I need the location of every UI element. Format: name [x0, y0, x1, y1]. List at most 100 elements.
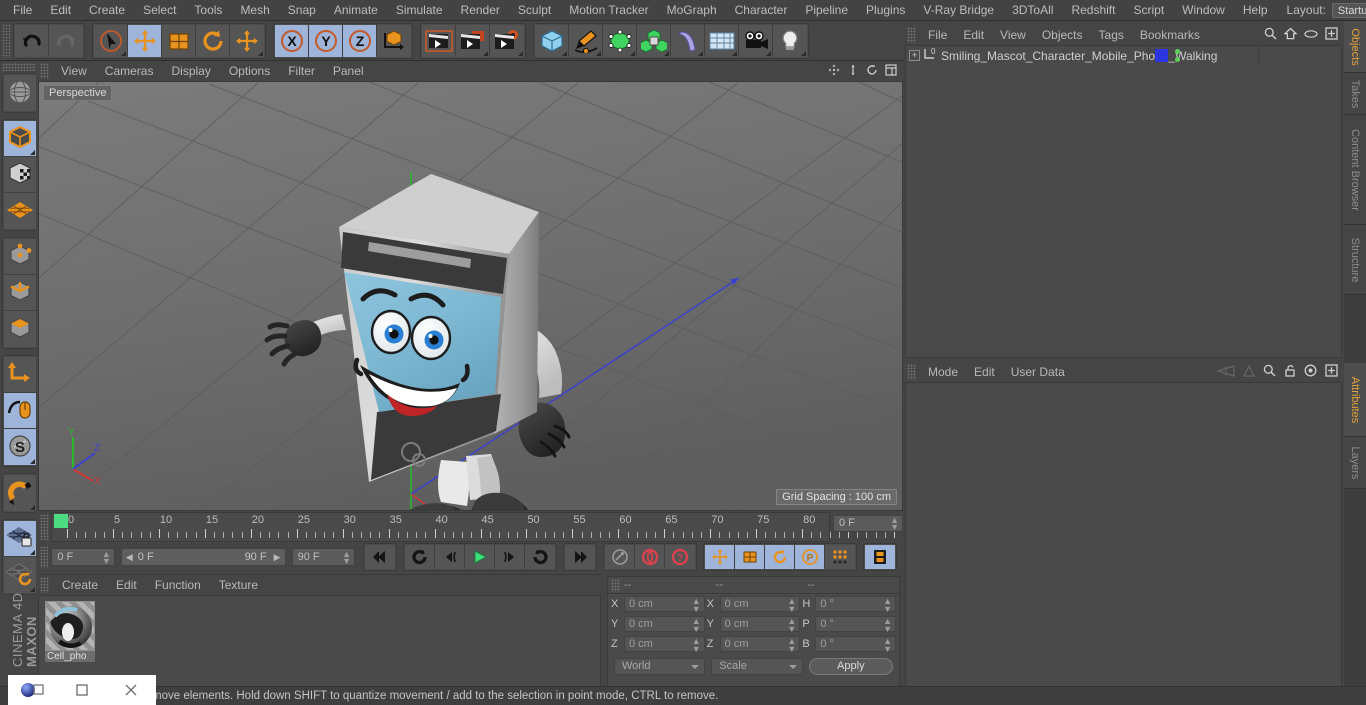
menu-item-help[interactable]: Help	[1234, 0, 1277, 21]
points-mode-button[interactable]	[4, 239, 36, 275]
go-to-next-frame-button[interactable]	[495, 545, 526, 569]
flyout-corner-icon[interactable]	[518, 50, 523, 56]
object-tags-column[interactable]	[1148, 46, 1258, 65]
parameter-key-button[interactable]: P	[795, 545, 826, 569]
preview-range-slider[interactable]: ◀ 0 F 90 F ▶	[120, 548, 286, 566]
target-icon[interactable]	[1304, 364, 1317, 380]
viewport-menu-display[interactable]: Display	[162, 61, 219, 81]
spinner-icon[interactable]: ▲ ▼	[692, 617, 701, 634]
position-input[interactable]: 0 cm ▲ ▼	[624, 596, 705, 614]
nav-back-icon[interactable]	[1215, 364, 1235, 380]
material-menu-edit[interactable]: Edit	[107, 575, 146, 595]
menu-item-file[interactable]: File	[4, 0, 41, 21]
flyout-corner-icon[interactable]	[121, 50, 126, 56]
scale-key-button[interactable]	[735, 545, 766, 569]
eye-icon[interactable]	[1304, 28, 1318, 42]
enable-snapping-button[interactable]	[4, 475, 36, 511]
rotation-input[interactable]: 0 ° ▲ ▼	[815, 616, 897, 634]
spinner-icon[interactable]: ▲ ▼	[787, 617, 796, 634]
render-view-button[interactable]	[422, 24, 456, 57]
range-left-arrow-icon[interactable]: ◀	[126, 549, 133, 565]
coordinate-system-dropdown[interactable]: World	[614, 657, 706, 675]
viewport-menu-view[interactable]: View	[52, 61, 96, 81]
position-key-button[interactable]	[705, 545, 736, 569]
go-to-next-key-button[interactable]	[525, 545, 556, 569]
play-button[interactable]	[465, 545, 496, 569]
timeline-grip[interactable]	[40, 514, 49, 540]
world-coordinate-toggle[interactable]	[377, 24, 411, 57]
y-axis-toggle[interactable]: Y	[309, 24, 343, 57]
add-cube-button[interactable]	[535, 24, 569, 57]
material-item[interactable]: Cell_pho	[45, 601, 95, 662]
menu-item-script[interactable]: Script	[1124, 0, 1173, 21]
spinner-icon[interactable]: ▲ ▼	[890, 516, 899, 532]
redo-button[interactable]	[49, 24, 83, 57]
flyout-corner-icon[interactable]	[30, 150, 35, 155]
object-menu-tags[interactable]: Tags	[1091, 25, 1132, 45]
rotation-key-button[interactable]	[765, 545, 796, 569]
layer-color-swatch[interactable]	[1155, 49, 1168, 62]
vertical-tab-objects[interactable]: Objects	[1344, 21, 1366, 73]
toolbar-grip[interactable]	[2, 23, 11, 58]
add-spline-button[interactable]	[569, 24, 603, 57]
keyframe-selection-button[interactable]: ?	[665, 545, 696, 569]
coordinate-manager-grip[interactable]	[611, 578, 620, 592]
move-tool[interactable]	[128, 24, 162, 57]
pan-view-icon[interactable]	[828, 64, 840, 79]
object-menu-bookmarks[interactable]: Bookmarks	[1132, 25, 1208, 45]
flyout-corner-icon[interactable]	[258, 50, 263, 56]
undo-button[interactable]	[15, 24, 49, 57]
flyout-corner-icon[interactable]	[698, 50, 703, 56]
menu-item-animate[interactable]: Animate	[325, 0, 387, 21]
menu-item-mograph[interactable]: MoGraph	[658, 0, 726, 21]
spinner-icon[interactable]: ▲ ▼	[883, 637, 892, 654]
menu-item-edit[interactable]: Edit	[41, 0, 80, 21]
search-icon[interactable]	[1264, 27, 1277, 43]
polygons-mode-button[interactable]	[4, 311, 36, 347]
rotate-view-icon[interactable]	[866, 64, 878, 79]
menu-item-3dtoall[interactable]: 3DToAll	[1003, 0, 1062, 21]
render-to-picture-viewer-button[interactable]	[456, 24, 490, 57]
maximize-view-icon[interactable]	[885, 63, 897, 79]
spinner-icon[interactable]: ▲ ▼	[692, 637, 701, 654]
scale-tool[interactable]	[162, 24, 196, 57]
attribute-menu-user-data[interactable]: User Data	[1003, 362, 1073, 382]
flyout-corner-icon[interactable]	[483, 50, 488, 56]
left-toolbar-grip[interactable]	[2, 63, 36, 71]
vertical-tab-layers[interactable]: Layers	[1344, 437, 1366, 489]
object-manager-grip[interactable]	[907, 27, 916, 43]
add-deformer-button[interactable]	[671, 24, 705, 57]
flyout-corner-icon[interactable]	[732, 50, 737, 56]
nav-up-icon[interactable]	[1243, 364, 1255, 380]
search-icon[interactable]	[1263, 364, 1276, 380]
plus-box-icon[interactable]	[1325, 364, 1338, 380]
size-input[interactable]: 0 cm ▲ ▼	[719, 616, 801, 634]
enable-axis-modification-button[interactable]	[4, 393, 36, 429]
apply-button[interactable]: Apply	[808, 657, 893, 675]
vertical-tab-takes[interactable]: Takes	[1344, 73, 1366, 115]
record-active-objects-button[interactable]	[605, 545, 636, 569]
go-to-previous-key-button[interactable]	[405, 545, 436, 569]
flyout-corner-icon[interactable]	[801, 50, 806, 56]
add-generator-button[interactable]	[603, 24, 637, 57]
object-tree[interactable]: + 0 Smiling_Mascot_Character_Mobile_Phon…	[905, 45, 1342, 358]
zoom-view-icon[interactable]	[847, 64, 859, 79]
menu-item-window[interactable]: Window	[1173, 0, 1234, 21]
spinner-icon[interactable]: ▲ ▼	[883, 597, 892, 614]
rotate-tool[interactable]	[196, 24, 230, 57]
menu-item-redshift[interactable]: Redshift	[1062, 0, 1124, 21]
attribute-content[interactable]	[905, 382, 1342, 702]
object-row[interactable]: + 0 Smiling_Mascot_Character_Mobile_Phon…	[906, 46, 1341, 65]
menu-item-select[interactable]: Select	[134, 0, 185, 21]
menu-item-v-ray-bridge[interactable]: V-Ray Bridge	[914, 0, 1003, 21]
position-input[interactable]: 0 cm ▲ ▼	[624, 616, 705, 634]
home-icon[interactable]	[1283, 27, 1298, 43]
go-to-start-button[interactable]	[365, 545, 396, 569]
perspective-viewport[interactable]: Perspective Grid Spacing : 100 cm Y X Z	[38, 81, 903, 511]
layout-dropdown[interactable]: Startup	[1331, 2, 1366, 18]
menu-item-motion-tracker[interactable]: Motion Tracker	[560, 0, 657, 21]
object-menu-edit[interactable]: Edit	[955, 25, 992, 45]
attribute-menu-mode[interactable]: Mode	[920, 362, 966, 382]
material-menu-function[interactable]: Function	[146, 575, 210, 595]
add-environment-button[interactable]	[705, 24, 739, 57]
